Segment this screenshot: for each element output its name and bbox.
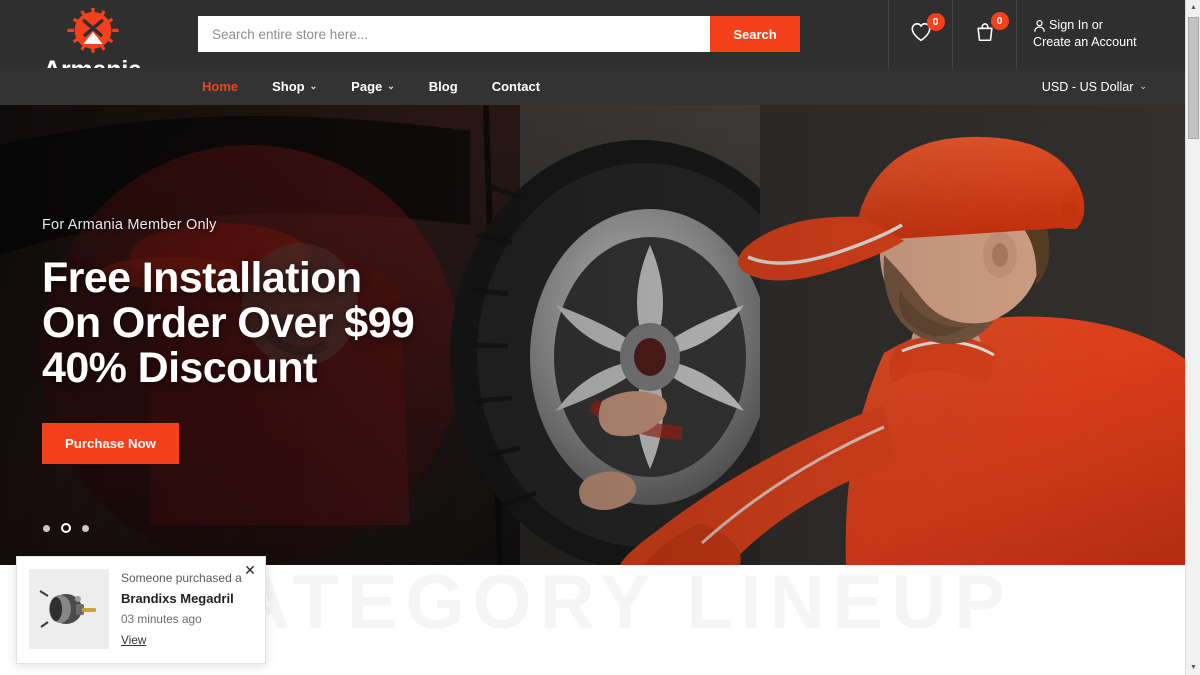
hero-title: Free Installation On Order Over $99 40% …: [42, 254, 415, 392]
popup-message: Someone purchased a: [121, 571, 242, 585]
hero-title-line-3: 40% Discount: [42, 344, 317, 392]
wishlist-button[interactable]: 0: [888, 0, 952, 68]
chevron-down-icon: ⌄: [387, 81, 395, 91]
nav-label-blog: Blog: [428, 79, 458, 94]
car-part-icon: [451, 667, 515, 675]
chevron-down-icon: ⌄: [1139, 81, 1147, 91]
nav-item-blog[interactable]: Blog: [412, 79, 475, 94]
search-input[interactable]: [198, 16, 710, 52]
search-bar: Search: [198, 16, 800, 52]
account-text: Sign In or Create an Account: [1033, 17, 1137, 51]
category-item[interactable]: [445, 667, 521, 675]
car-part-icon: [891, 667, 955, 675]
category-item[interactable]: [665, 667, 741, 675]
wishlist-icon-wrap: 0: [910, 12, 945, 47]
car-part-thumbnail-icon: [39, 590, 96, 628]
main-navigation: Home Shop ⌄ Page ⌄ Blog Contact USD - US…: [0, 68, 1185, 105]
carousel-dots: [43, 523, 89, 533]
site-header: Armania Search 0: [0, 0, 1185, 105]
car-part-icon: [231, 667, 295, 675]
scroll-up-arrow-icon[interactable]: ▲: [1186, 0, 1200, 15]
header-right: Search 0: [185, 0, 1185, 68]
nav-label-contact: Contact: [491, 79, 541, 94]
category-item[interactable]: [225, 667, 301, 675]
hero-title-line-2: On Order Over $99: [42, 299, 415, 347]
cart-button[interactable]: 0: [952, 0, 1016, 68]
scrollbar-thumb[interactable]: [1188, 17, 1199, 139]
hero-eyebrow: For Armania Member Only: [42, 217, 217, 233]
currency-selector[interactable]: USD - US Dollar ⌄: [1042, 80, 1147, 94]
nav-items: Home Shop ⌄ Page ⌄ Blog Contact: [185, 79, 557, 94]
hero-copy: For Armania Member Only Free Installatio…: [42, 217, 415, 464]
cart-icon-wrap: 0: [974, 11, 1009, 48]
carousel-dot-1[interactable]: [43, 524, 50, 532]
popup-product-name: Brandixs Megadril: [121, 591, 234, 606]
brake-disc-icon: [671, 667, 735, 675]
page-root: Armania Search 0: [0, 0, 1200, 675]
carousel-dot-3[interactable]: [82, 524, 89, 532]
category-watermark-text: CATEGORY LINEUP: [172, 565, 1013, 645]
create-account-label: Create an Account: [1033, 35, 1137, 49]
gear-tools-logo-icon: [66, 8, 119, 53]
nav-item-page[interactable]: Page ⌄: [334, 79, 412, 94]
scroll-down-arrow-icon[interactable]: ▼: [1186, 660, 1200, 675]
nav-label-shop: Shop: [272, 79, 305, 94]
user-icon: [1034, 19, 1045, 32]
hero-title-line-1: Free Installation: [42, 254, 362, 302]
popup-body: Someone purchased a Brandixs Megadril 03…: [121, 569, 253, 651]
account-link[interactable]: Sign In or Create an Account: [1016, 0, 1185, 68]
category-item[interactable]: [885, 667, 961, 675]
product-thumbnail[interactable]: [29, 569, 109, 649]
header-actions: 0 0 Sign In or Create an Account: [888, 0, 1185, 68]
nav-item-home[interactable]: Home: [185, 79, 255, 94]
nav-label-page: Page: [351, 79, 383, 94]
chevron-down-icon: ⌄: [309, 81, 318, 91]
search-button[interactable]: Search: [710, 16, 800, 52]
sign-in-label: Sign In or: [1049, 18, 1103, 32]
category-items: [0, 667, 1185, 675]
popup-time-ago: 03 minutes ago: [121, 612, 202, 626]
carousel-dot-2[interactable]: [61, 523, 71, 533]
nav-item-contact[interactable]: Contact: [475, 79, 557, 94]
close-icon[interactable]: ✕: [243, 563, 257, 577]
currency-label: USD - US Dollar: [1041, 79, 1134, 94]
page-scrollbar[interactable]: ▲ ▼: [1185, 0, 1200, 675]
hero-carousel: For Armania Member Only Free Installatio…: [0, 105, 1185, 565]
purchase-now-button[interactable]: Purchase Now: [42, 423, 179, 464]
purchase-notification-popup: ✕ Someone purchased a Brandixs Megadril …: [16, 556, 266, 664]
nav-item-shop[interactable]: Shop ⌄: [255, 79, 334, 94]
wishlist-count-badge: 0: [926, 12, 945, 31]
popup-view-link[interactable]: View: [121, 633, 146, 647]
nav-label-home: Home: [202, 79, 239, 94]
cart-count-badge: 0: [990, 11, 1009, 30]
